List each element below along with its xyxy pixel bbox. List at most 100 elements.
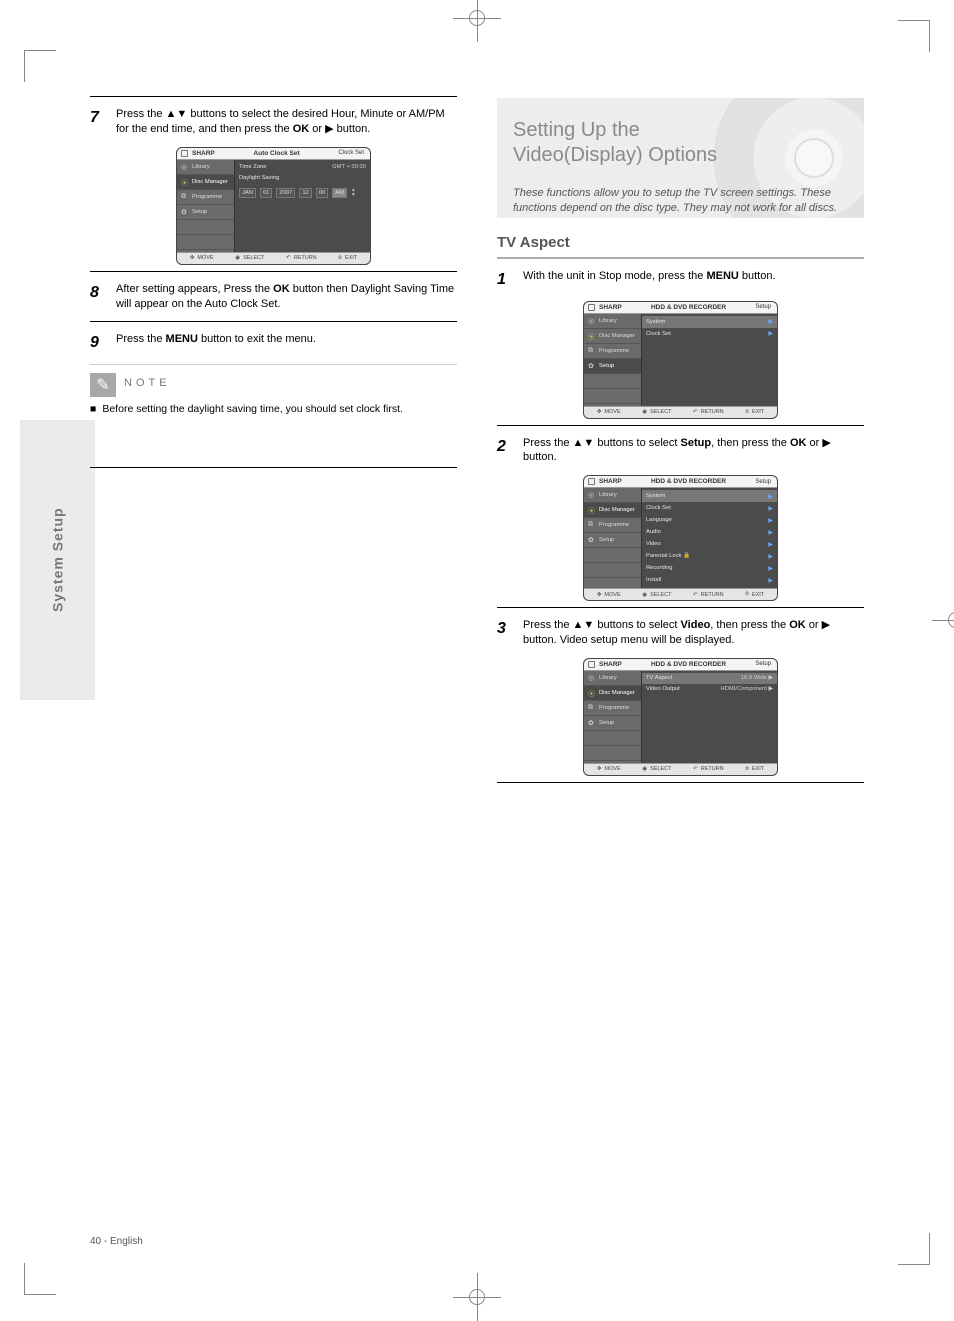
sidebar-item-library[interactable]: Library [599, 318, 617, 324]
lock-icon: 🔒 [683, 553, 690, 559]
osd-crumb: Setup [755, 479, 771, 485]
page-number: 40 - English [90, 1236, 143, 1247]
row-video[interactable]: Video▶ [646, 538, 773, 550]
chevron-right-icon: ▶ [768, 517, 773, 524]
select-icon: ◉ [642, 409, 647, 415]
row-tvaspect[interactable]: TV Aspect16:9 Wide ▶ [642, 673, 777, 684]
setup-icon [588, 362, 596, 370]
sidebar-item-library[interactable]: Library [192, 164, 210, 170]
sidebar-item-setup[interactable]: Setup [192, 209, 207, 215]
chevron-right-icon: ▶ [768, 553, 773, 560]
return-icon: ↶ [286, 255, 291, 261]
programme-icon [588, 704, 596, 712]
note-label: NOTE [124, 373, 171, 389]
sidebar-item-setup[interactable]: Setup [599, 720, 614, 726]
sidebar-item-setup[interactable]: Setup [599, 363, 614, 369]
chevron-right-icon: ▶ [768, 318, 773, 325]
return-icon: ↶ [693, 409, 698, 415]
brand-logo-icon [588, 304, 595, 311]
side-tab: System Setup [20, 420, 95, 700]
exit-icon: ⦻ [745, 766, 749, 773]
row-install[interactable]: Install▶ [646, 574, 773, 586]
move-icon: ✥ [597, 766, 602, 772]
row-recording[interactable]: Recording▶ [646, 562, 773, 574]
osd-crumb: Setup [755, 304, 771, 310]
sidebar-item-library[interactable]: Library [599, 492, 617, 498]
row-videooutput[interactable]: Video OutputHDMI/Component ▶ [646, 684, 773, 695]
clock-segments[interactable]: JAN 01 2007 12 00 AM ▲▼ [239, 188, 366, 198]
row-audio[interactable]: Audio▶ [646, 526, 773, 538]
spinner-down-icon[interactable]: ▼ [351, 193, 356, 198]
osd-setup-root: SHARP HDD & DVD RECORDER Setup Library D… [583, 301, 778, 419]
sidebar-item-setup[interactable]: Setup [599, 537, 614, 543]
move-icon: ✥ [190, 255, 195, 261]
sidebar-item-programme[interactable]: Programme [599, 705, 629, 711]
discmanager-icon [588, 689, 596, 697]
row-language[interactable]: Language▶ [646, 514, 773, 526]
programme-icon [181, 193, 189, 201]
chevron-right-icon: ▶ [768, 493, 773, 500]
programme-icon [588, 347, 596, 355]
osd-auto-clock-set: SHARP Auto Clock Set Clock Set Library D… [176, 147, 371, 265]
library-icon [588, 491, 596, 499]
osd-brand: SHARP [599, 661, 622, 668]
osd-crumb: Setup [755, 661, 771, 667]
select-icon: ◉ [642, 766, 647, 772]
return-icon: ↶ [693, 766, 698, 772]
chevron-right-icon: ▶ [768, 577, 773, 584]
step-1: 1 With the unit in Stop mode, press the … [497, 269, 864, 291]
sidebar-item-programme[interactable]: Programme [599, 522, 629, 528]
chevron-right-icon: ▶ [768, 330, 773, 337]
osd-brand: SHARP [599, 304, 622, 311]
setup-icon [588, 536, 596, 544]
step-9: 9 Press the MENU button to exit the menu… [90, 332, 457, 354]
row-system[interactable]: System▶ [642, 490, 777, 502]
sidebar-item-programme[interactable]: Programme [192, 194, 222, 200]
sidebar-item-discmanager[interactable]: Disc Manager [599, 507, 635, 513]
banner-title-line1: Setting Up the [513, 119, 640, 141]
section-heading-tvaspect: TV Aspect [497, 234, 864, 251]
sidebar-item-programme[interactable]: Programme [599, 348, 629, 354]
discmanager-icon [588, 506, 596, 514]
chevron-right-icon: ▶ [768, 565, 773, 572]
row-system[interactable]: System▶ [642, 316, 777, 328]
sidebar-item-discmanager[interactable]: Disc Manager [599, 690, 635, 696]
updown-icon: ▲▼ [166, 108, 188, 120]
banner-title-line2: Video(Display) Options [513, 144, 717, 166]
row-daylight[interactable]: Daylight Saving [239, 173, 366, 184]
row-clockset[interactable]: Clock Set▶ [646, 328, 773, 340]
library-icon [181, 163, 189, 171]
select-icon: ◉ [235, 255, 240, 261]
updown-icon: ▲▼ [573, 437, 595, 449]
osd-crumb: Clock Set [338, 150, 364, 156]
step-8: 8 After setting appears, Press the OK bu… [90, 282, 457, 312]
row-parental[interactable]: Parental Lock 🔒▶ [646, 550, 773, 562]
move-icon: ✥ [597, 592, 602, 598]
right-icon: ▶ [325, 123, 333, 135]
row-clockset[interactable]: Clock Set▶ [646, 502, 773, 514]
right-icon: ▶ [822, 437, 830, 449]
updown-icon: ▲▼ [573, 619, 595, 631]
row-timezone[interactable]: Time Zone GMT + 00:00 [239, 162, 366, 173]
banner-subtitle: These functions allow you to setup the T… [513, 186, 848, 216]
step-7: 7 Press the ▲▼ buttons to select the des… [90, 107, 457, 137]
section-banner: Setting Up the Video(Display) Options Th… [497, 98, 864, 218]
exit-icon: ⦻ [745, 591, 749, 598]
move-icon: ✥ [597, 409, 602, 415]
sidebar-item-library[interactable]: Library [599, 675, 617, 681]
brand-logo-icon [181, 150, 188, 157]
chevron-right-icon: ▶ [768, 505, 773, 512]
sidebar-item-discmanager[interactable]: Disc Manager [599, 333, 635, 339]
osd-title: HDD & DVD RECORDER [622, 304, 756, 311]
exit-icon: ⦻ [745, 409, 749, 416]
discmanager-icon [588, 332, 596, 340]
osd-brand: SHARP [599, 478, 622, 485]
osd-title: HDD & DVD RECORDER [622, 661, 756, 668]
osd-video-menu: SHARP HDD & DVD RECORDER Setup Library D… [583, 658, 778, 776]
library-icon [588, 674, 596, 682]
osd-title: Auto Clock Set [215, 150, 339, 157]
note-block: ✎ NOTE [90, 373, 457, 397]
return-icon: ↶ [693, 592, 698, 598]
osd-brand: SHARP [192, 150, 215, 157]
sidebar-item-discmanager[interactable]: Disc Manager [192, 179, 228, 185]
